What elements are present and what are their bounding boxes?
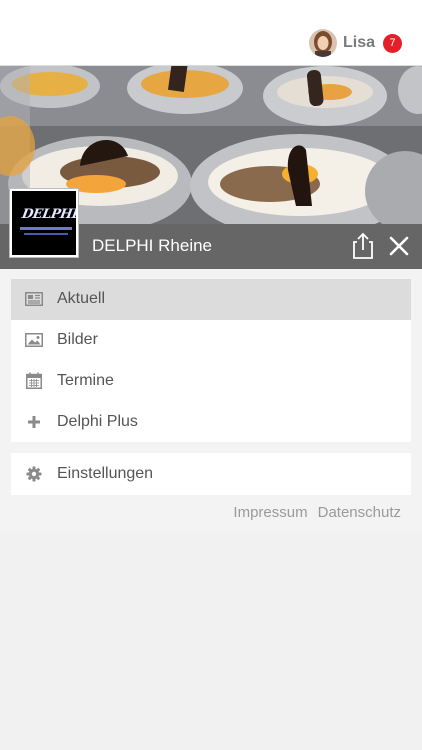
menu-item-label: Aktuell xyxy=(57,290,106,308)
navigation-menu: Aktuell Bilder Termine Delphi Plus xyxy=(11,279,411,442)
gear-icon xyxy=(25,465,43,483)
logo-decoration xyxy=(24,233,68,235)
close-icon[interactable] xyxy=(386,233,412,259)
content-background xyxy=(0,532,422,750)
menu-item-label: Delphi Plus xyxy=(57,412,138,430)
avatar[interactable] xyxy=(308,29,337,57)
calendar-icon xyxy=(25,372,43,390)
menu-item-bilder[interactable]: Bilder xyxy=(11,320,411,361)
menu-item-label: Termine xyxy=(57,371,114,389)
user-name[interactable]: Lisa xyxy=(343,34,375,52)
menu-item-einstellungen[interactable]: Einstellungen xyxy=(11,453,411,495)
menu-item-termine[interactable]: Termine xyxy=(11,361,411,402)
image-icon xyxy=(25,331,43,349)
menu-item-label: Einstellungen xyxy=(57,465,154,482)
newspaper-icon xyxy=(25,290,43,308)
top-bar: Lisa 7 xyxy=(0,0,422,66)
menu-item-label: Bilder xyxy=(57,331,98,349)
venue-name: DELPHI Rheine xyxy=(92,236,213,255)
menu-item-delphi-plus[interactable]: Delphi Plus xyxy=(11,401,411,442)
settings-menu: Einstellungen xyxy=(11,453,411,495)
logo-decoration xyxy=(20,227,72,230)
datenschutz-link[interactable]: Datenschutz xyxy=(318,504,401,521)
share-icon[interactable] xyxy=(350,232,376,260)
impressum-link[interactable]: Impressum xyxy=(233,504,307,521)
plus-icon xyxy=(25,413,43,431)
venue-logo-text: DELPHI xyxy=(20,207,78,222)
notification-badge[interactable]: 7 xyxy=(383,33,402,53)
footer-links: Impressum Datenschutz xyxy=(233,504,401,521)
menu-item-aktuell[interactable]: Aktuell xyxy=(11,279,411,320)
user-profile[interactable]: Lisa 7 xyxy=(308,28,402,58)
venue-logo: DELPHI xyxy=(10,189,78,257)
